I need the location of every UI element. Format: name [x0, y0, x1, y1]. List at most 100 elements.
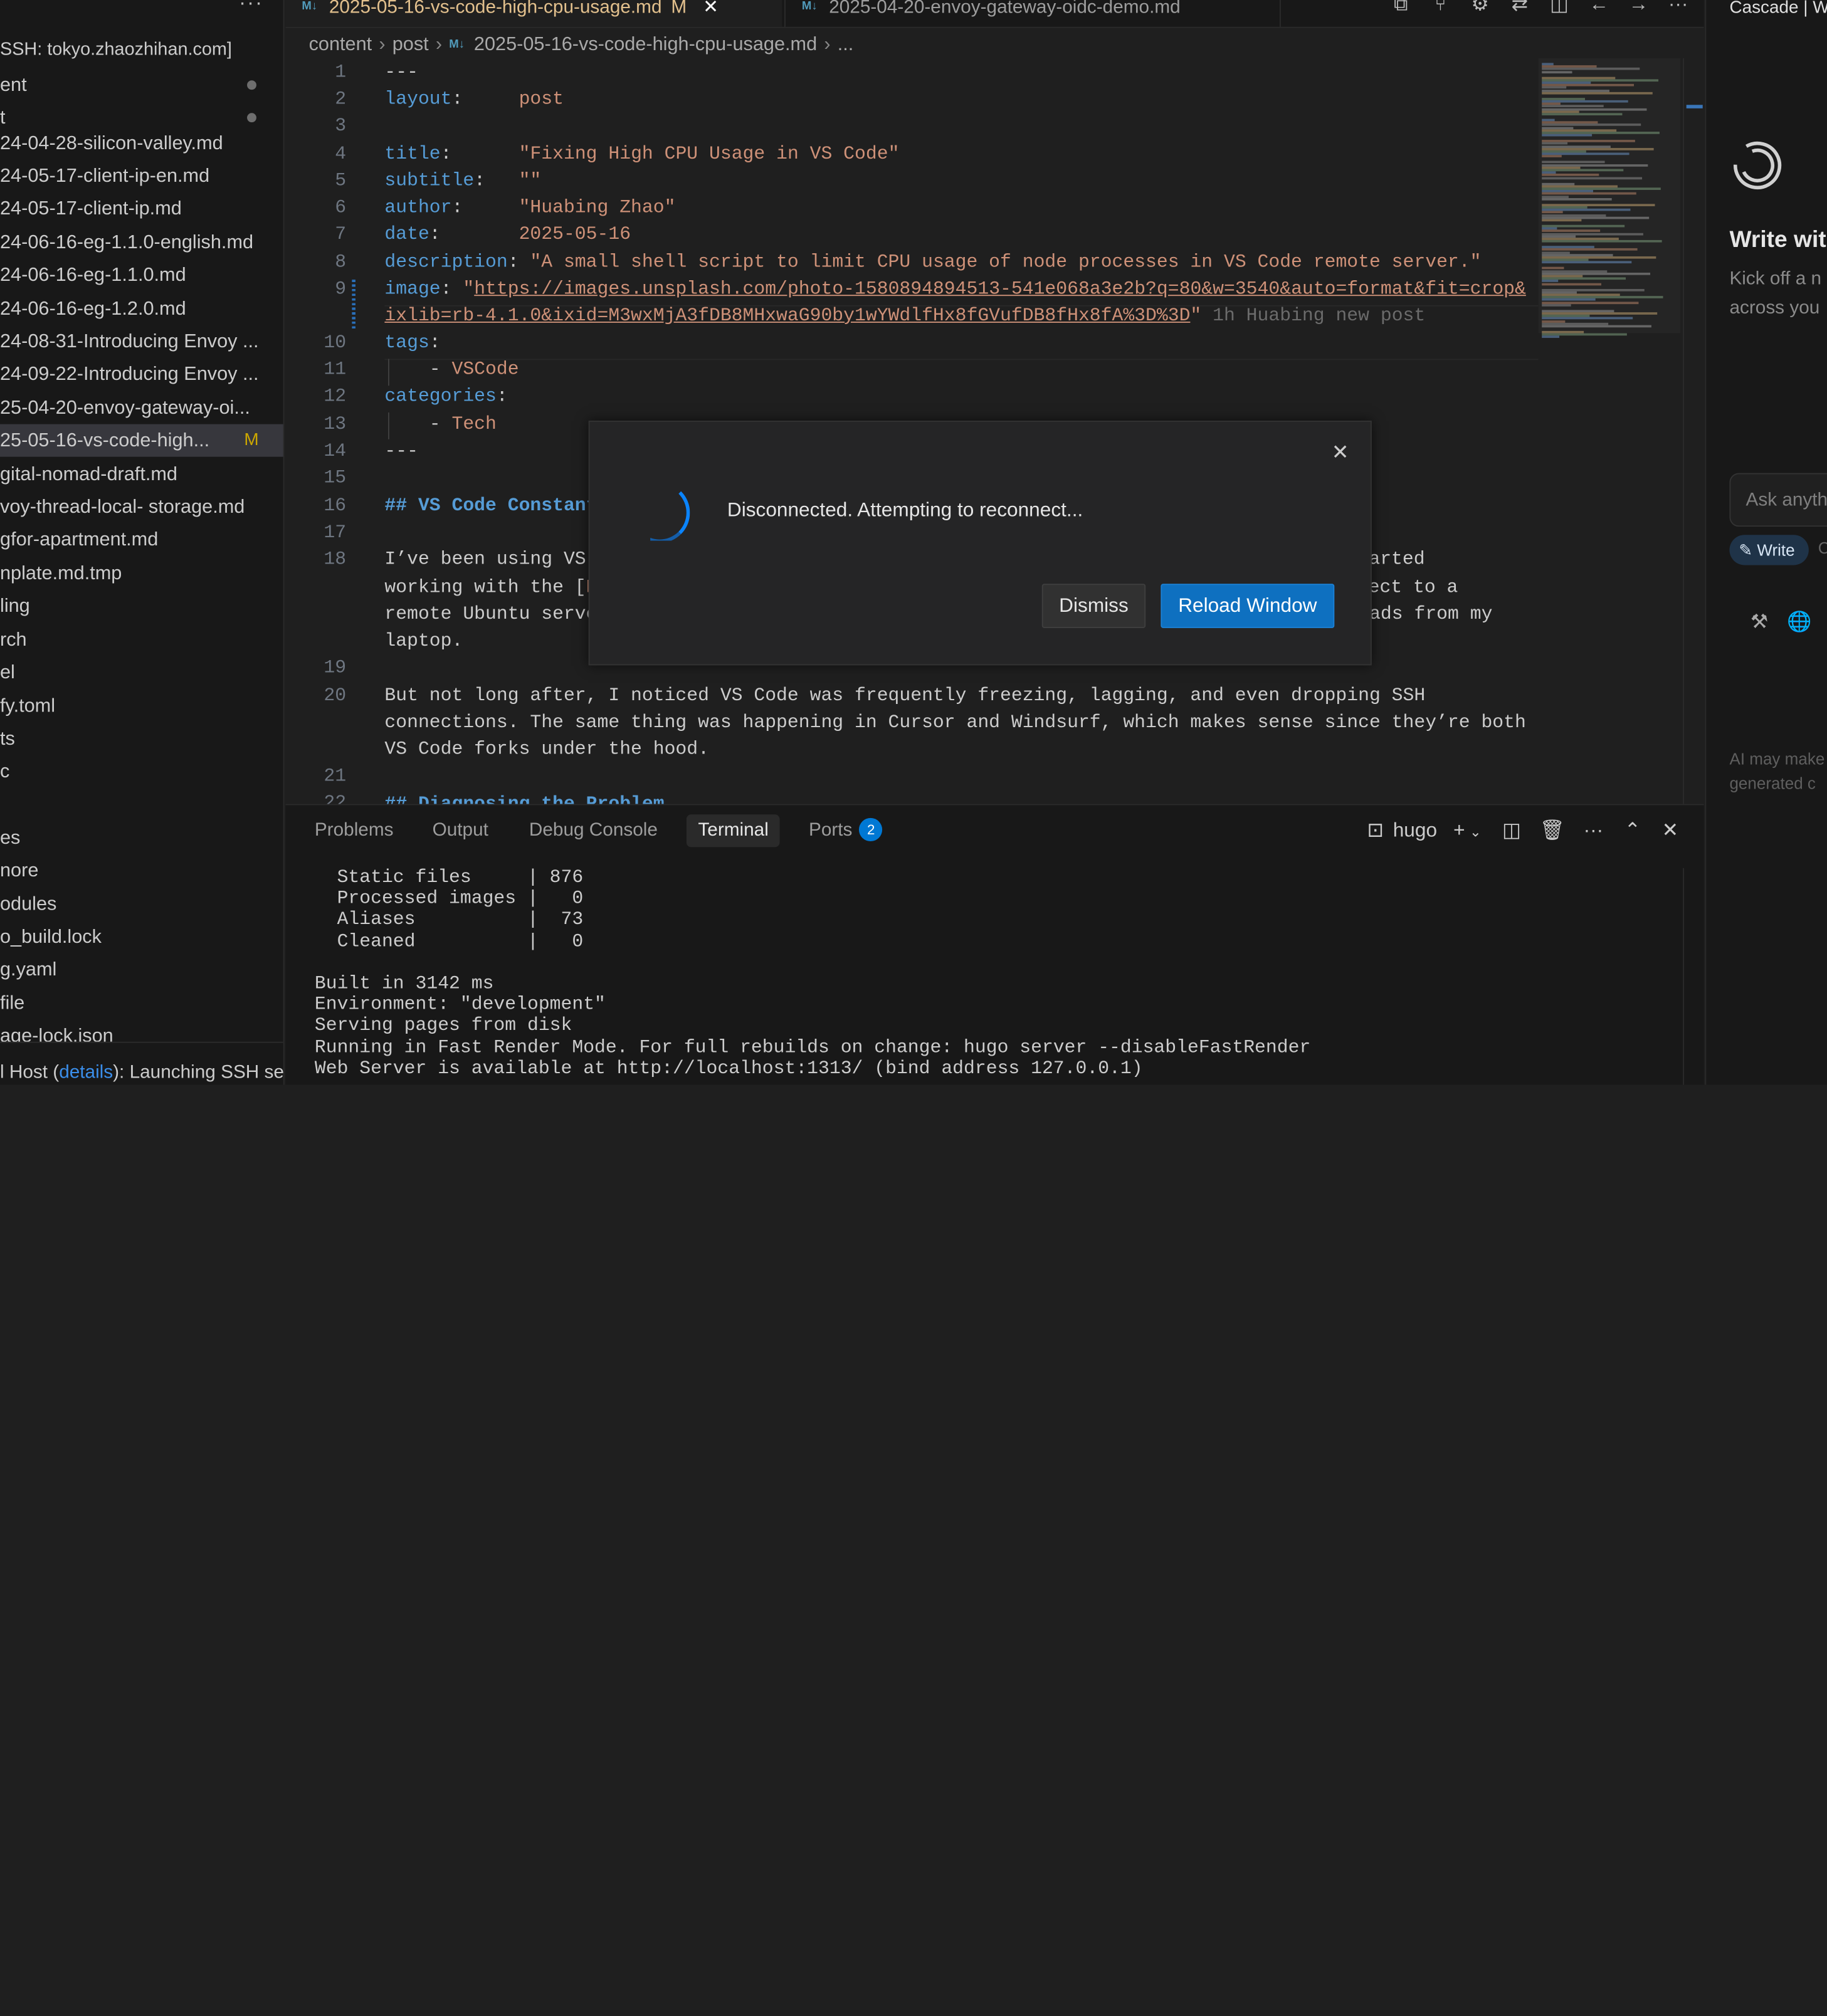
compare-icon[interactable]: ⇄ [1500, 0, 1539, 16]
code-line-9: image: "https://images.unsplash.com/phot… [384, 278, 1526, 300]
tab-active-file[interactable]: M↓ 2025-05-16-vs-code-high-cpu-usage.md M ✕ [285, 0, 782, 27]
line-number: 7 [335, 223, 347, 245]
tab-label: 2025-05-16-vs-code-high-cpu-usage.md [329, 0, 662, 18]
globe-icon[interactable]: 🌐 [1787, 611, 1811, 634]
ports-count-badge: 2 [859, 817, 883, 842]
code-line-14: --- [384, 440, 418, 462]
file-item[interactable]: o_build.lock [0, 920, 283, 953]
maximize-panel-icon[interactable]: ⌃ [1624, 814, 1641, 847]
line-number: 19 [324, 657, 347, 678]
go-back-icon[interactable]: ← [1579, 0, 1619, 16]
code-line-7: date: 2025-05-16 [384, 223, 631, 245]
file-label: t [0, 107, 6, 129]
file-item[interactable]: ent [0, 69, 283, 102]
file-item[interactable]: c [0, 755, 283, 788]
tab-oidc-demo[interactable]: M↓ 2025-04-20-envoy-gateway-oidc-demo.md [784, 0, 1281, 27]
code-line-11: - VSCode [384, 359, 519, 380]
file-item[interactable]: 24-05-17-client-ip-en.md [0, 160, 283, 192]
close-panel-icon[interactable]: ✕ [1662, 814, 1678, 847]
chevron-right-icon: › [435, 33, 443, 55]
tab-problems[interactable]: Problems [303, 814, 405, 847]
file-item[interactable]: 24-08-31-Introducing Envoy ... [0, 325, 283, 358]
more-actions-icon[interactable]: ··· [239, 0, 263, 15]
ask-input[interactable]: Ask anyth [1729, 473, 1827, 527]
editor-actions: ⧉ ⑂ ⚙ ⇄ ◫ ← → ··· [1381, 0, 1698, 21]
markdown-icon: M↓ [801, 0, 818, 13]
ai-disclaimer: AI may make generated c [1729, 747, 1824, 795]
file-label: 25-04-20-envoy-gateway-oi... [0, 397, 250, 419]
breadcrumb-post[interactable]: post [392, 34, 429, 55]
file-item[interactable]: el [0, 656, 283, 689]
file-item[interactable]: ling [0, 590, 283, 622]
settings-gear-icon[interactable]: ⚙ [1460, 0, 1500, 16]
close-icon[interactable]: ✕ [1326, 438, 1354, 466]
file-item[interactable]: es [0, 821, 283, 854]
editor-scrollbar[interactable] [1683, 58, 1703, 804]
reload-window-button[interactable]: Reload Window [1161, 584, 1335, 628]
terminal-output[interactable]: Static files | 876 Processed images | 0 … [315, 867, 1690, 1079]
file-item[interactable]: file [0, 987, 283, 1019]
file-item[interactable]: odules [0, 888, 283, 920]
open-changes-icon[interactable]: ⧉ [1381, 0, 1421, 16]
file-item[interactable]: 25-04-20-envoy-gateway-oi... [0, 392, 283, 424]
source-control-icon[interactable]: ⑂ [1421, 0, 1460, 16]
tab-label: 2025-04-20-envoy-gateway-oidc-demo.md [829, 0, 1181, 18]
more-icon[interactable]: ··· [1584, 814, 1604, 847]
split-terminal-icon[interactable]: ◫ [1502, 814, 1521, 847]
close-icon[interactable]: ✕ [703, 0, 719, 18]
file-item[interactable]: 24-09-22-Introducing Envoy ... [0, 358, 283, 391]
file-item[interactable]: rch [0, 623, 283, 656]
file-label: ts [0, 728, 15, 750]
file-item[interactable]: 24-05-17-client-ip.md [0, 192, 283, 225]
tab-ports[interactable]: Ports 2 [797, 814, 894, 847]
editor-tab-bar: M↓ 2025-05-16-vs-code-high-cpu-usage.md M ✕… [285, 0, 1704, 28]
file-item[interactable]: voy-thread-local- storage.md [0, 491, 283, 523]
tab-output[interactable]: Output [421, 814, 500, 847]
line-number: 9 [335, 278, 347, 300]
file-label: g.yaml [0, 958, 57, 980]
tab-terminal[interactable]: Terminal [686, 814, 781, 848]
breadcrumb-symbols[interactable]: ... [838, 34, 854, 55]
chevron-down-icon[interactable]: ⌄ [1470, 816, 1482, 848]
file-item[interactable]: nplate.md.tmp [0, 557, 283, 590]
code-line-2: layout: post [384, 88, 564, 110]
reconnect-dialog: ✕ Disconnected. Attempting to reconnect.… [588, 421, 1372, 666]
file-label: fy.toml [0, 695, 56, 717]
write-mode-button[interactable]: ✎ Write [1729, 535, 1809, 565]
line-number: 3 [335, 115, 347, 137]
file-item[interactable]: 24-06-16-eg-1.1.0-english.md [0, 226, 283, 259]
minimap-line [1542, 155, 1562, 158]
line-number: 10 [324, 332, 347, 354]
details-link[interactable]: details [59, 1063, 113, 1083]
breadcrumb-content[interactable]: content [309, 34, 372, 55]
chat-mode-label[interactable]: C [1818, 538, 1827, 557]
minimap[interactable] [1538, 58, 1681, 804]
tab-debug-console[interactable]: Debug Console [517, 814, 669, 847]
dismiss-button[interactable]: Dismiss [1041, 584, 1146, 628]
file-item[interactable]: nore [0, 854, 283, 887]
go-forward-icon[interactable]: → [1619, 0, 1658, 16]
file-item[interactable]: ts [0, 722, 283, 755]
file-item[interactable]: 24-06-16-eg-1.1.0.md [0, 259, 283, 291]
workspace-title: SSH: tokyo.zhaozhihan.com] [0, 39, 232, 60]
file-label: el [0, 661, 15, 683]
terminal-scrollbar[interactable] [1683, 868, 1703, 1085]
file-item[interactable]: g.yaml [0, 953, 283, 985]
minimap-line [1542, 282, 1601, 285]
breadcrumb-file[interactable]: 2025-05-16-vs-code-high-cpu-usage.md [474, 34, 817, 55]
new-terminal-icon[interactable]: + [1453, 814, 1465, 847]
more-icon[interactable]: ··· [1658, 0, 1698, 16]
terminal-name[interactable]: hugo [1393, 814, 1437, 847]
line-number: 21 [324, 765, 347, 787]
file-item[interactable]: gital-nomad-draft.md [0, 458, 283, 491]
file-item[interactable]: fy.toml [0, 690, 283, 722]
file-item[interactable]: gfor-apartment.md [0, 523, 283, 556]
file-item[interactable]: 25-05-16-vs-code-high... M [0, 424, 283, 457]
file-item[interactable]: 24-06-16-eg-1.2.0.md [0, 293, 283, 325]
code-line-20c: VS Code forks under the hood. [384, 738, 709, 760]
split-editor-icon[interactable]: ◫ [1539, 0, 1579, 16]
file-label: nore [0, 859, 39, 881]
hammer-icon[interactable]: ⚒ [1751, 611, 1768, 634]
trash-icon[interactable]: 🗑 [1540, 814, 1565, 847]
file-item[interactable]: 24-04-28-silicon-valley.md [0, 127, 283, 160]
